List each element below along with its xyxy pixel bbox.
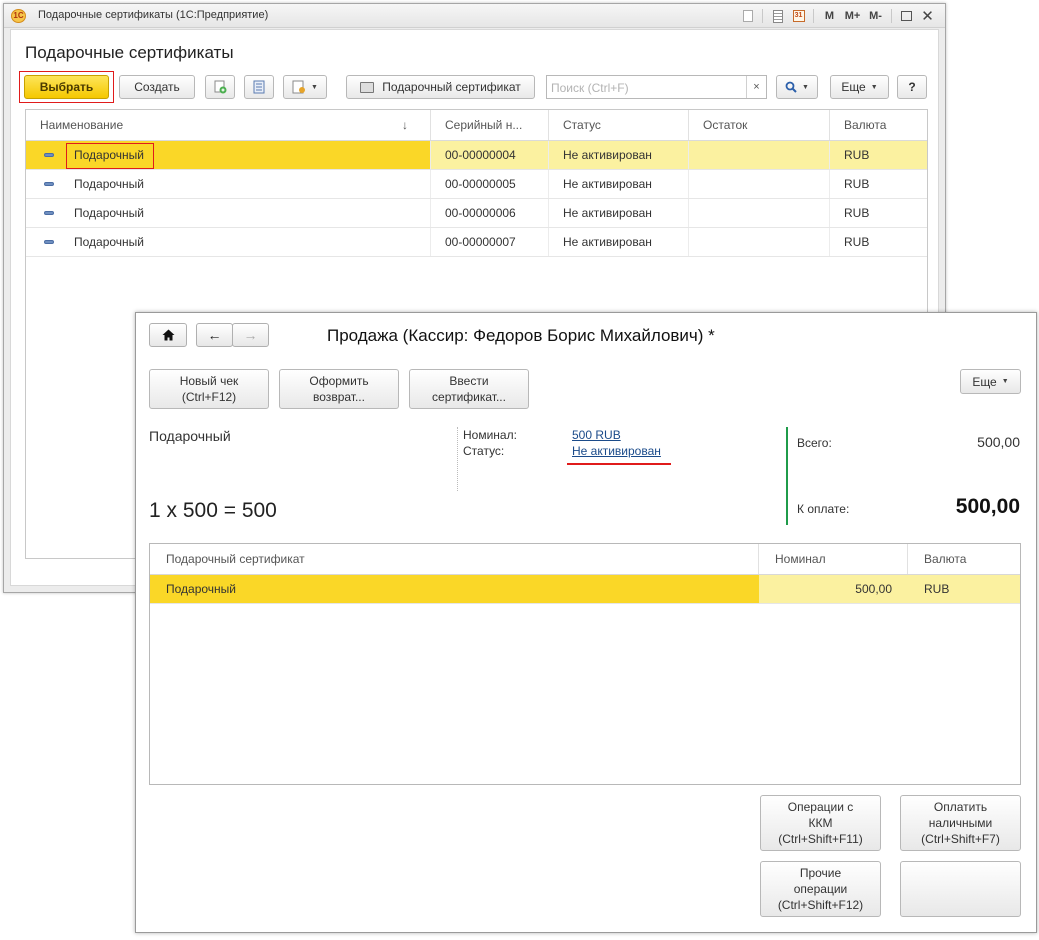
copy-icon[interactable]	[205, 75, 235, 99]
total-label: Всего:	[797, 436, 832, 450]
nominal-link[interactable]: 500 RUB	[572, 428, 621, 442]
search-input[interactable]: Поиск (Ctrl+F) ×	[546, 75, 767, 99]
forward-button[interactable]: →	[232, 323, 269, 347]
memory-m-button[interactable]: M	[819, 7, 840, 25]
page-title: Продажа (Кассир: Федоров Борис Михайлови…	[327, 326, 715, 345]
item-name: Подарочный	[149, 428, 231, 444]
empty-button[interactable]	[900, 861, 1021, 917]
item-icon	[44, 240, 54, 244]
memory-minus-button[interactable]: M-	[865, 7, 886, 25]
item-icon	[44, 182, 54, 186]
kkm-operations-button[interactable]: Операции с ККМ (Ctrl+Shift+F11)	[760, 795, 881, 851]
return-button[interactable]: Оформить возврат...	[279, 369, 399, 409]
1c-logo-icon: 1С	[11, 9, 26, 23]
to-pay-value: 500,00	[955, 495, 1020, 518]
divider	[457, 427, 458, 491]
table-row[interactable]: Подарочный 00-00000007 Не активирован RU…	[26, 228, 927, 257]
window-title: Подарочные сертификаты (1С:Предприятие)	[38, 9, 269, 21]
calendar-icon[interactable]: 31	[789, 7, 808, 25]
total-value: 500,00	[977, 434, 1020, 450]
sale-items-table[interactable]: Подарочный сертификат Номинал Валюта Под…	[149, 543, 1021, 785]
memory-plus-button[interactable]: M+	[842, 7, 863, 25]
column-header-nominal[interactable]: Номинал	[759, 544, 908, 574]
totals-separator	[786, 427, 788, 525]
other-operations-button[interactable]: Прочие операции (Ctrl+Shift+F12)	[760, 861, 881, 917]
search-button[interactable]: ▼	[776, 75, 818, 99]
window-titlebar: 1С Подарочные сертификаты (1С:Предприяти…	[4, 4, 945, 28]
column-header-currency[interactable]: Валюта	[830, 110, 929, 140]
maximize-icon[interactable]	[897, 7, 916, 25]
quantity-formula: 1 x 500 = 500	[149, 499, 277, 522]
more-button[interactable]: Еще ▼	[830, 75, 889, 99]
column-header-name[interactable]: Наименование ↓	[26, 110, 431, 140]
item-icon	[44, 153, 54, 157]
chevron-down-icon: ▼	[311, 83, 318, 91]
more-button[interactable]: Еще ▼	[960, 369, 1021, 394]
nominal-label: Номинал:	[463, 428, 517, 442]
sort-arrow-icon: ↓	[402, 118, 408, 132]
column-header-currency[interactable]: Валюта	[908, 544, 1022, 574]
chevron-down-icon: ▼	[870, 83, 878, 91]
column-header-status[interactable]: Статус	[549, 110, 689, 140]
back-button[interactable]: ←	[196, 323, 233, 347]
row-highlight	[66, 143, 154, 169]
column-header-balance[interactable]: Остаток	[689, 110, 830, 140]
clear-search-button[interactable]: ×	[746, 76, 766, 98]
table-row[interactable]: Подарочный 00-00000005 Не активирован RU…	[26, 170, 927, 199]
new-check-button[interactable]: Новый чек (Ctrl+F12)	[149, 369, 269, 409]
column-header-certificate[interactable]: Подарочный сертификат	[150, 544, 759, 574]
table-header: Подарочный сертификат Номинал Валюта	[150, 544, 1020, 575]
home-button[interactable]	[149, 323, 187, 347]
status-link[interactable]: Не активирован	[572, 444, 661, 458]
pay-cash-button[interactable]: Оплатить наличными (Ctrl+Shift+F7)	[900, 795, 1021, 851]
table-row[interactable]: Подарочный 00-00000006 Не активирован RU…	[26, 199, 927, 228]
home-icon	[162, 329, 174, 341]
printer-icon	[360, 81, 375, 93]
column-header-serial[interactable]: Серийный н...	[431, 110, 549, 140]
create-button[interactable]: Создать	[119, 75, 195, 99]
table-row[interactable]: Подарочный 500,00 RUB	[150, 575, 1020, 604]
help-button[interactable]: ?	[897, 75, 927, 99]
chevron-down-icon: ▼	[1001, 377, 1009, 385]
doc-icon[interactable]	[738, 7, 757, 25]
list-icon[interactable]	[244, 75, 274, 99]
report-dropdown[interactable]: ▼	[283, 75, 327, 99]
to-pay-label: К оплате:	[797, 502, 850, 516]
enter-certificate-button[interactable]: Ввести сертификат...	[409, 369, 529, 409]
select-button[interactable]: Выбрать	[24, 75, 109, 99]
status-underline-highlight	[567, 463, 671, 465]
print-gift-certificate-button[interactable]: Подарочный сертификат	[346, 75, 535, 99]
close-icon[interactable]: ✕	[918, 7, 937, 25]
page-title: Подарочные сертификаты	[25, 43, 234, 62]
item-icon	[44, 211, 54, 215]
chevron-down-icon: ▼	[802, 83, 809, 91]
calculator-icon[interactable]	[768, 7, 787, 25]
search-icon	[785, 81, 797, 93]
status-label: Статус:	[463, 444, 505, 458]
sale-window: ← → Продажа (Кассир: Федоров Борис Михай…	[135, 312, 1037, 933]
table-header: Наименование ↓ Серийный н... Статус Оста…	[26, 110, 927, 141]
table-row[interactable]: Подарочный 00-00000004 Не активирован RU…	[26, 141, 927, 170]
